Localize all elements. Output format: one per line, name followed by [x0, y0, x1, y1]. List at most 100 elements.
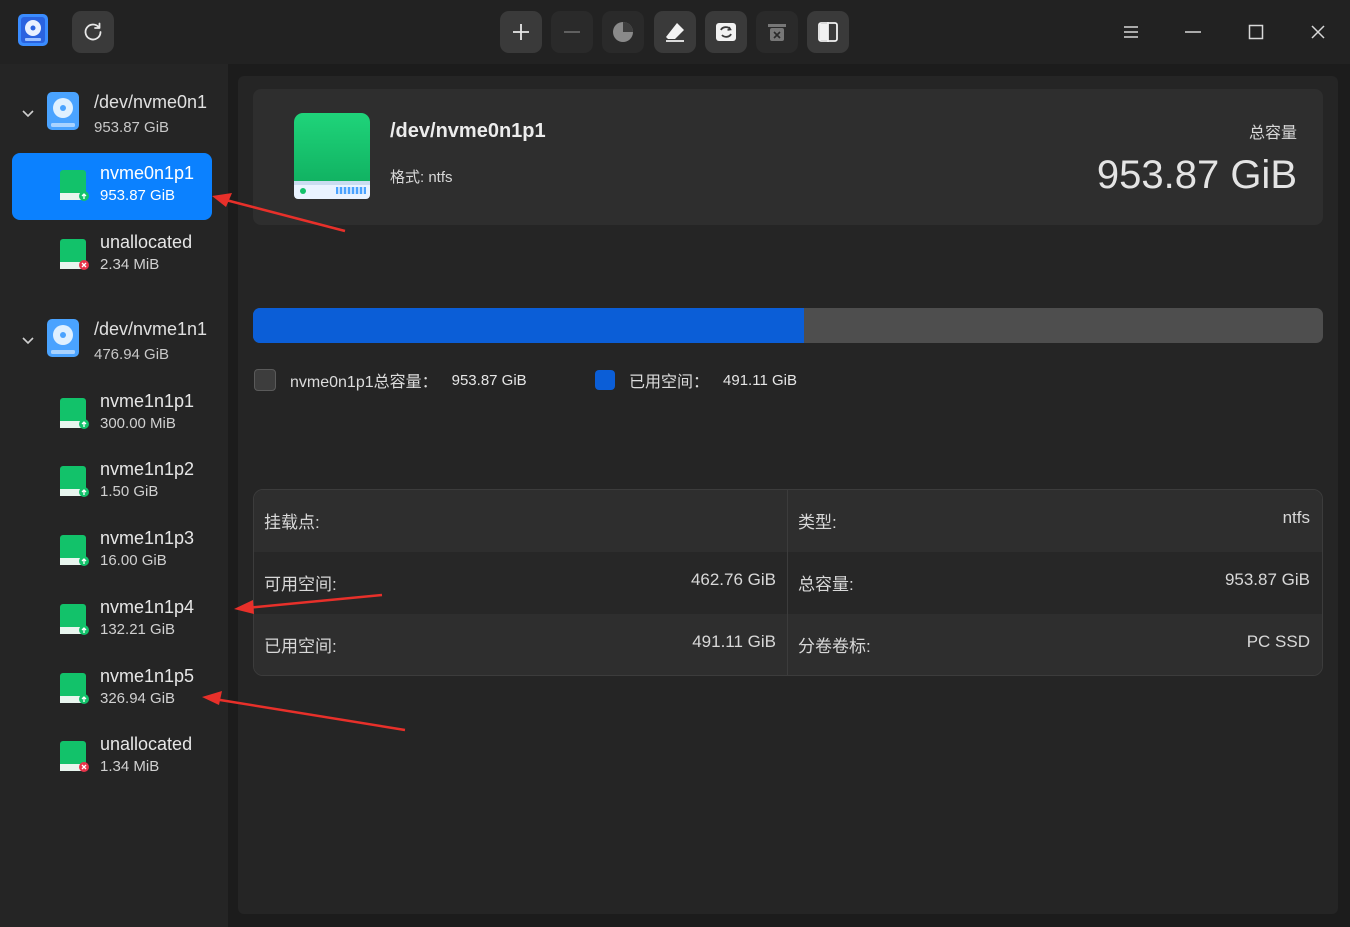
disk-size: 953.87 GiB [94, 119, 170, 136]
maximize-button[interactable] [1239, 16, 1273, 48]
legend-total-swatch [254, 369, 276, 391]
partition-name: nvme1n1p1 [100, 391, 195, 411]
disk-item-nvme1n1[interactable]: /dev/nvme1n1 476.94 GiB [0, 319, 228, 379]
partition-drive-icon [60, 535, 89, 566]
partition-size: 132.21 GiB [100, 621, 176, 638]
unallocated-drive-icon [60, 239, 89, 270]
partition-name: unallocated [100, 232, 193, 252]
legend-used-swatch [595, 370, 615, 390]
drive-large-icon [294, 113, 370, 199]
total-capacity-value: 953.87 GiB [1096, 153, 1297, 197]
partition-size: 300.00 MiB [100, 415, 176, 432]
free-space-label: 可用空间: [264, 575, 337, 594]
minus-icon [564, 31, 580, 33]
partition-name: nvme0n1p1 [100, 163, 195, 183]
partition-item-unallocated[interactable]: unallocated 1.34 MiB [12, 724, 212, 791]
info-row: 可用空间: 462.76 GiB 总容量: 953.87 GiB [254, 552, 1322, 614]
refresh-button[interactable] [72, 11, 114, 53]
partition-item-nvme1n1p1[interactable]: nvme1n1p1 300.00 MiB [12, 381, 212, 448]
disk-icon [47, 319, 79, 357]
total-capacity-label: 总容量 [1248, 125, 1297, 142]
partition-size: 326.94 GiB [100, 690, 176, 707]
legend-total-value: 953.87 GiB [451, 371, 527, 389]
partition-drive-icon [60, 398, 89, 429]
eraser-icon [666, 23, 684, 42]
partition-item-nvme1n1p5[interactable]: nvme1n1p5 326.94 GiB [12, 656, 212, 723]
title-bar [0, 0, 1350, 64]
disk-sidebar: /dev/nvme0n1 953.87 GiB nvme0n1p1 953.87… [0, 64, 228, 927]
info-divider [787, 490, 788, 675]
chevron-down-icon[interactable] [20, 106, 36, 122]
partition-item-nvme1n1p4[interactable]: nvme1n1p4 132.21 GiB [12, 587, 212, 654]
disk-name: /dev/nvme1n1 [94, 319, 208, 339]
partition-size: 1.50 GiB [100, 483, 159, 500]
partition-drive-icon [60, 673, 89, 704]
unallocated-drive-icon [60, 741, 89, 772]
format-partition-button[interactable] [654, 11, 696, 53]
partition-format: 格式: ntfs [390, 169, 453, 186]
volume-label-label: 分卷卷标: [798, 637, 871, 656]
partition-item-unallocated[interactable]: unallocated 2.34 MiB [12, 222, 212, 289]
partition-item-nvme0n1p1[interactable]: nvme0n1p1 953.87 GiB [12, 153, 212, 220]
free-space-value: 462.76 GiB [690, 570, 776, 589]
trash-drive-icon [768, 24, 786, 41]
disk-info-button[interactable] [807, 11, 849, 53]
info-row: 已用空间: 491.11 GiB 分卷卷标: PC SSD [254, 614, 1322, 675]
partition-drive-icon [60, 466, 89, 497]
usage-bar-used [253, 308, 804, 343]
split-panel-icon [818, 22, 838, 42]
partition-name: nvme1n1p5 [100, 666, 195, 686]
type-value: ntfs [1282, 508, 1310, 527]
minimize-button[interactable] [1176, 16, 1210, 48]
disk-item-nvme0n1[interactable]: /dev/nvme0n1 953.87 GiB [0, 92, 228, 152]
partition-title: /dev/nvme0n1p1 [390, 120, 546, 142]
pie-chart-icon [613, 22, 633, 42]
drive-sync-icon [716, 23, 736, 41]
maximize-icon [1248, 24, 1264, 40]
usage-bar [253, 308, 1323, 343]
legend-used-label: 已用空间： [629, 374, 710, 391]
refresh-icon [84, 22, 102, 41]
partition-name: nvme1n1p4 [100, 597, 195, 617]
total-value: 953.87 GiB [1224, 570, 1310, 589]
used-space-label: 已用空间: [264, 637, 337, 656]
total-label: 总容量: [798, 575, 854, 594]
partition-size: 16.00 GiB [100, 552, 167, 569]
type-label: 类型: [798, 513, 837, 532]
disk-icon [47, 92, 79, 130]
app-logo-icon [17, 13, 49, 47]
chevron-down-icon[interactable] [20, 333, 36, 349]
mount-partition-button[interactable] [705, 11, 747, 53]
volume-label-value: PC SSD [1246, 632, 1310, 651]
unmount-partition-button[interactable] [756, 11, 798, 53]
plus-icon [513, 24, 529, 40]
resize-partition-button[interactable] [602, 11, 644, 53]
partition-name: unallocated [100, 734, 193, 754]
partition-details-panel: /dev/nvme0n1p1 格式: ntfs 总容量 953.87 GiB n… [238, 76, 1338, 914]
partition-drive-icon [60, 170, 89, 201]
create-partition-button[interactable] [500, 11, 542, 53]
partition-size: 1.34 MiB [100, 758, 160, 775]
partition-info-table: 挂载点: 类型: ntfs 可用空间: 462.76 GiB 总容量: 953.… [253, 489, 1323, 676]
partition-item-nvme1n1p2[interactable]: nvme1n1p2 1.50 GiB [12, 449, 212, 516]
mount-point-label: 挂载点: [264, 513, 320, 532]
legend-used: 已用空间： 491.11 GiB [595, 368, 797, 392]
close-button[interactable] [1301, 16, 1335, 48]
info-row: 挂载点: 类型: ntfs [254, 490, 1322, 552]
close-icon [1311, 25, 1325, 39]
menu-button[interactable] [1114, 16, 1148, 48]
hamburger-icon [1124, 26, 1138, 38]
used-space-value: 491.11 GiB [692, 632, 776, 651]
disk-name: /dev/nvme0n1 [94, 92, 208, 112]
legend-used-value: 491.11 GiB [723, 371, 797, 389]
partition-drive-icon [60, 604, 89, 635]
delete-partition-button[interactable] [551, 11, 593, 53]
partition-item-nvme1n1p3[interactable]: nvme1n1p3 16.00 GiB [12, 518, 212, 585]
partition-header-card: /dev/nvme0n1p1 格式: ntfs 总容量 953.87 GiB [253, 89, 1323, 225]
legend-total-label: nvme0n1p1总容量： [290, 374, 438, 391]
disk-size: 476.94 GiB [94, 346, 170, 363]
partition-name: nvme1n1p2 [100, 459, 195, 479]
partition-size: 2.34 MiB [100, 256, 160, 273]
legend-total: nvme0n1p1总容量： 953.87 GiB [254, 368, 527, 392]
minimize-icon [1185, 31, 1201, 33]
